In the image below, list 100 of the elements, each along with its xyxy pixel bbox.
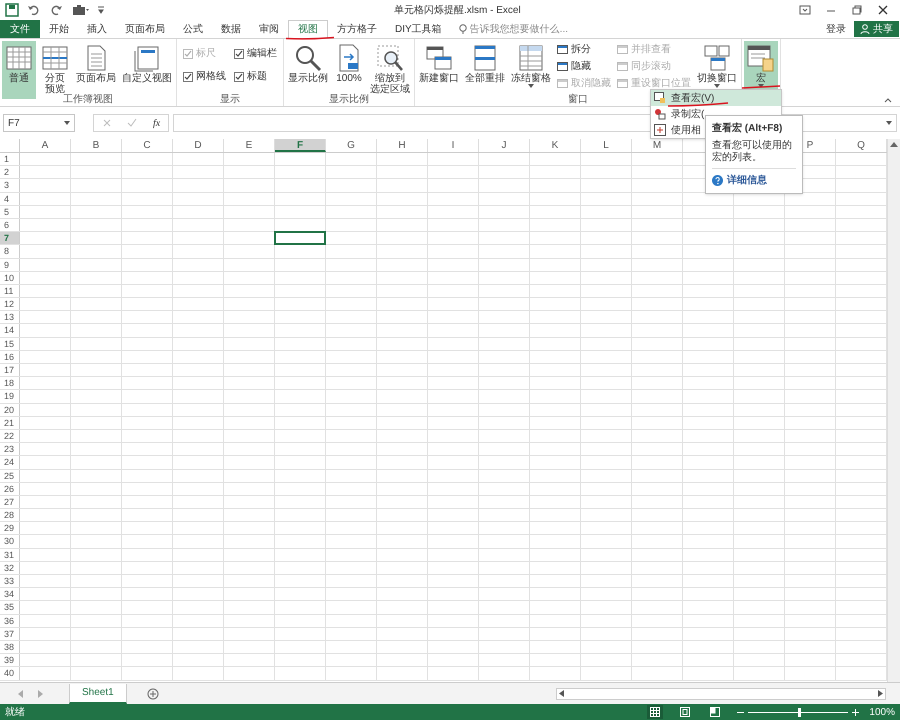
- row-header[interactable]: 4: [0, 192, 20, 205]
- column-header[interactable]: J: [479, 139, 530, 152]
- row-header[interactable]: 12: [0, 298, 20, 310]
- row-header[interactable]: 24: [0, 456, 20, 468]
- column-header[interactable]: C: [122, 139, 173, 152]
- row-header[interactable]: 7: [0, 232, 20, 244]
- row-header[interactable]: 23: [0, 443, 20, 456]
- row-header[interactable]: 34: [0, 588, 20, 600]
- menu-item[interactable]: 查看宏(V): [651, 90, 781, 106]
- row-header[interactable]: 8: [0, 245, 20, 258]
- horizontal-scrollbar[interactable]: [556, 688, 886, 700]
- row-header[interactable]: 18: [0, 377, 20, 390]
- row-header[interactable]: 35: [0, 601, 20, 614]
- scroll-right-icon[interactable]: [878, 690, 883, 697]
- checkbox[interactable]: 编辑栏: [234, 46, 277, 61]
- sheet-tab[interactable]: Sheet1: [69, 684, 127, 704]
- checkbox[interactable]: 标题: [234, 69, 277, 84]
- column-header[interactable]: I: [428, 139, 479, 152]
- zoom-slider[interactable]: [748, 707, 848, 717]
- row-header[interactable]: 21: [0, 416, 20, 429]
- scroll-up-icon[interactable]: [890, 141, 898, 147]
- column-header[interactable]: L: [581, 139, 632, 152]
- column-header[interactable]: F: [275, 139, 326, 152]
- ribbon-button[interactable]: 显示比例: [286, 41, 330, 99]
- touch-mode-icon[interactable]: [71, 3, 89, 17]
- row-header[interactable]: 9: [0, 258, 20, 271]
- ribbon-button[interactable]: 新建窗口: [417, 41, 461, 99]
- ribbon-button[interactable]: 冻结窗格: [509, 41, 553, 99]
- ribbon-options-icon[interactable]: [798, 3, 812, 17]
- restore-icon[interactable]: [850, 3, 864, 17]
- ribbon-tab[interactable]: 文件: [0, 20, 40, 38]
- zoom-level[interactable]: 100%: [869, 704, 895, 720]
- row-header[interactable]: 3: [0, 179, 20, 192]
- ribbon-tab[interactable]: DIY工具箱: [386, 20, 451, 38]
- column-header[interactable]: H: [377, 139, 428, 152]
- row-header[interactable]: 2: [0, 166, 20, 178]
- ribbon-tab[interactable]: 数据: [212, 20, 250, 38]
- column-header[interactable]: D: [173, 139, 224, 152]
- ribbon-tab[interactable]: 页面布局: [116, 20, 174, 38]
- row-header[interactable]: 31: [0, 548, 20, 561]
- ribbon-tab[interactable]: 公式: [174, 20, 212, 38]
- row-header[interactable]: 20: [0, 404, 20, 416]
- column-header[interactable]: K: [530, 139, 581, 152]
- ribbon-tab[interactable]: 插入: [78, 20, 116, 38]
- row-header[interactable]: 17: [0, 364, 20, 376]
- ribbon-tab[interactable]: 视图: [288, 20, 328, 38]
- ribbon-tab[interactable]: 方方格子: [328, 20, 386, 38]
- row-header[interactable]: 28: [0, 509, 20, 522]
- add-sheet-icon[interactable]: [146, 688, 159, 700]
- row-header[interactable]: 27: [0, 496, 20, 508]
- ribbon-button[interactable]: 普通: [2, 41, 36, 99]
- row-header[interactable]: 32: [0, 562, 20, 574]
- row-header[interactable]: 25: [0, 470, 20, 482]
- row-header[interactable]: 36: [0, 614, 20, 627]
- row-header[interactable]: 11: [0, 284, 20, 298]
- sign-in-link[interactable]: 登录: [820, 22, 852, 36]
- row-header[interactable]: 30: [0, 535, 20, 548]
- row-header[interactable]: 15: [0, 338, 20, 350]
- scroll-left-icon[interactable]: [559, 690, 564, 697]
- redo-icon[interactable]: [49, 3, 63, 17]
- more-info-link[interactable]: 详细信息: [727, 173, 767, 188]
- row-header[interactable]: 6: [0, 218, 20, 232]
- vertical-scrollbar[interactable]: [887, 139, 900, 682]
- ribbon-button[interactable]: 全部重排: [463, 41, 507, 99]
- ribbon-tab[interactable]: 开始: [40, 20, 78, 38]
- save-icon[interactable]: [5, 3, 19, 17]
- row-header[interactable]: 33: [0, 575, 20, 588]
- name-box[interactable]: F7: [3, 114, 75, 132]
- row-header[interactable]: 1: [0, 153, 20, 166]
- collapse-ribbon-icon[interactable]: [884, 97, 892, 103]
- row-header[interactable]: 19: [0, 390, 20, 403]
- check-icon[interactable]: [127, 118, 138, 128]
- row-header[interactable]: 22: [0, 430, 20, 442]
- row-header[interactable]: 5: [0, 206, 20, 218]
- row-header[interactable]: 14: [0, 324, 20, 337]
- view-button[interactable]: [647, 705, 664, 719]
- ribbon-tab[interactable]: 审阅: [250, 20, 288, 38]
- row-header[interactable]: 38: [0, 640, 20, 654]
- ribbon-button[interactable]: 缩放到 选定区域: [368, 41, 412, 99]
- active-cell[interactable]: [274, 231, 326, 246]
- checkbox[interactable]: 网格线: [183, 69, 226, 84]
- column-header[interactable]: A: [20, 139, 71, 152]
- row-header[interactable]: 29: [0, 522, 20, 534]
- row-header[interactable]: 37: [0, 628, 20, 640]
- ribbon-button[interactable]: 自定义视图: [120, 41, 174, 99]
- close-icon[interactable]: [876, 3, 890, 17]
- share-button[interactable]: 共享: [854, 21, 899, 37]
- row-header[interactable]: 40: [0, 667, 20, 680]
- ribbon-small-button[interactable]: 隐藏: [557, 59, 611, 74]
- row-header[interactable]: 10: [0, 272, 20, 284]
- insert-function-button[interactable]: fx: [152, 116, 160, 130]
- zoom-in-icon[interactable]: [852, 708, 860, 716]
- column-header[interactable]: B: [71, 139, 122, 152]
- row-header[interactable]: 26: [0, 482, 20, 495]
- row-header[interactable]: 16: [0, 350, 20, 363]
- row-header[interactable]: 13: [0, 311, 20, 324]
- ribbon-small-button[interactable]: 拆分: [557, 42, 611, 57]
- undo-icon[interactable]: [27, 3, 41, 17]
- row-header[interactable]: 39: [0, 654, 20, 666]
- tell-me-field[interactable]: 告诉我您想要做什么...: [470, 22, 610, 36]
